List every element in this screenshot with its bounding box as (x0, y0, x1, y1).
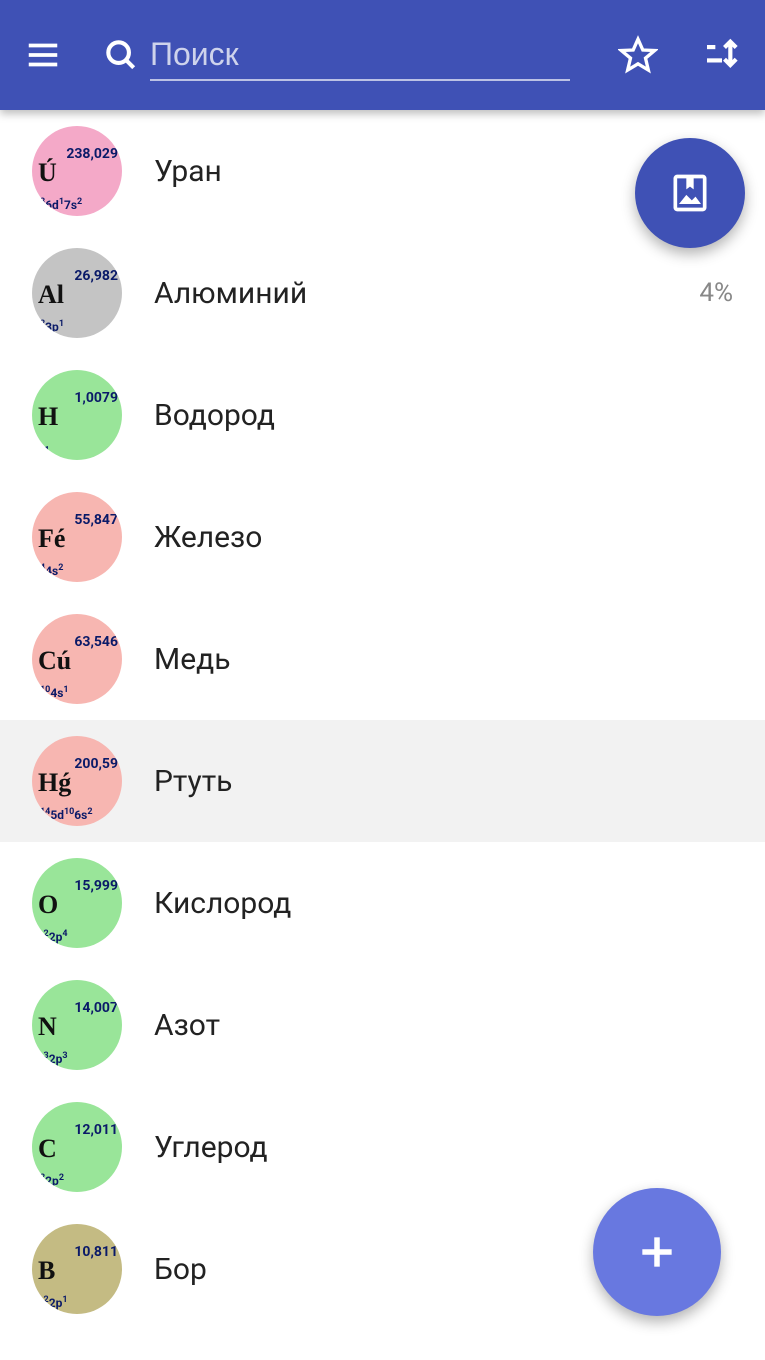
star-outline-icon (618, 35, 658, 75)
element-config: -1 (40, 439, 50, 456)
element-badge: 4% (699, 278, 733, 308)
element-avatar: O 15,999 -22p4 (32, 858, 122, 948)
toolbar-actions (610, 27, 765, 83)
element-symbol: Al (38, 280, 64, 310)
element-mass: 63,546 (74, 634, 118, 650)
element-config: 36d17s2 (40, 197, 82, 212)
element-avatar: Cú63,546 104s1 (32, 614, 122, 704)
element-name: Кислород (154, 886, 733, 921)
element-mass: 200,59 (74, 756, 118, 772)
element-config: 44s2 (40, 563, 63, 578)
list-item[interactable]: Al 26,982 23p1 Алюминий4% (0, 232, 765, 354)
search-button[interactable] (102, 27, 140, 83)
element-mass: 10,811 (74, 1244, 118, 1260)
element-mass: 238,029 (66, 146, 118, 162)
element-name: Алюминий (154, 276, 699, 311)
element-config: 145d106s2 (40, 807, 93, 822)
hamburger-icon (24, 36, 62, 74)
list-item[interactable]: O 15,999 -22p4 Кислород (0, 842, 765, 964)
search-icon (102, 36, 140, 74)
element-avatar: Fé 55,847 44s2 (32, 492, 122, 582)
element-name: Углерод (154, 1130, 733, 1165)
element-avatar: B 10,811 -22p1 (32, 1224, 122, 1314)
element-avatar: C 12,011 22p2 (32, 1102, 122, 1192)
element-config: -22p4 (40, 929, 68, 944)
menu-button[interactable] (24, 27, 62, 83)
element-name: Медь (154, 642, 733, 677)
element-config: -32p3 (40, 1051, 68, 1066)
element-avatar: Hǵ200,59 145d106s2 (32, 736, 122, 826)
element-avatar: H 1,0079 -1 (32, 370, 122, 460)
element-mass: 1,0079 (74, 390, 118, 406)
element-symbol: O (38, 890, 58, 920)
list-item[interactable]: N 14,007 -32p3 Азот (0, 964, 765, 1086)
element-symbol: B (38, 1256, 55, 1286)
element-mass: 14,007 (74, 1000, 118, 1016)
element-symbol: Fé (38, 524, 65, 554)
search-field (140, 30, 590, 81)
element-symbol: Hǵ (38, 768, 71, 798)
element-config: 22p2 (40, 1173, 64, 1188)
element-mass: 12,011 (74, 1122, 118, 1138)
element-symbol: Cú (38, 646, 71, 676)
element-config: 23p1 (40, 319, 64, 334)
element-avatar: N 14,007 -32p3 (32, 980, 122, 1070)
element-mass: 55,847 (74, 512, 118, 528)
list-item[interactable]: Hǵ200,59 145d106s2 Ртуть (0, 720, 765, 842)
element-symbol: C (38, 1134, 57, 1164)
list-item[interactable]: H 1,0079 -1 Водород (0, 354, 765, 476)
search-input[interactable] (150, 30, 570, 81)
favorite-button[interactable] (610, 27, 666, 83)
element-symbol: Ú (38, 158, 57, 188)
element-mass: 26,982 (74, 268, 118, 284)
sort-icon (702, 35, 742, 75)
element-avatar: Ú 238,029 36d17s2 (32, 126, 122, 216)
sort-button[interactable] (694, 27, 750, 83)
bookmark-fab[interactable] (635, 138, 745, 248)
element-name: Водород (154, 398, 733, 433)
element-list: Ú238,02936d17s2УранAl26,98223p1Алюминий… (0, 110, 765, 1330)
element-name: Железо (154, 520, 733, 555)
element-symbol: H (38, 402, 58, 432)
app-toolbar (0, 0, 765, 110)
bookmark-image-icon (668, 171, 712, 215)
element-config: -22p1 (40, 1295, 68, 1310)
list-item[interactable]: Cú63,546 104s1 Медь (0, 598, 765, 720)
element-config: 104s1 (40, 685, 69, 700)
plus-icon (635, 1230, 679, 1274)
element-mass: 15,999 (74, 878, 118, 894)
list-item[interactable]: Fé 55,847 44s2 Железо (0, 476, 765, 598)
element-avatar: Al 26,982 23p1 (32, 248, 122, 338)
element-name: Азот (154, 1008, 733, 1043)
element-name: Ртуть (154, 764, 733, 799)
element-symbol: N (38, 1012, 57, 1042)
add-fab[interactable] (593, 1188, 721, 1316)
